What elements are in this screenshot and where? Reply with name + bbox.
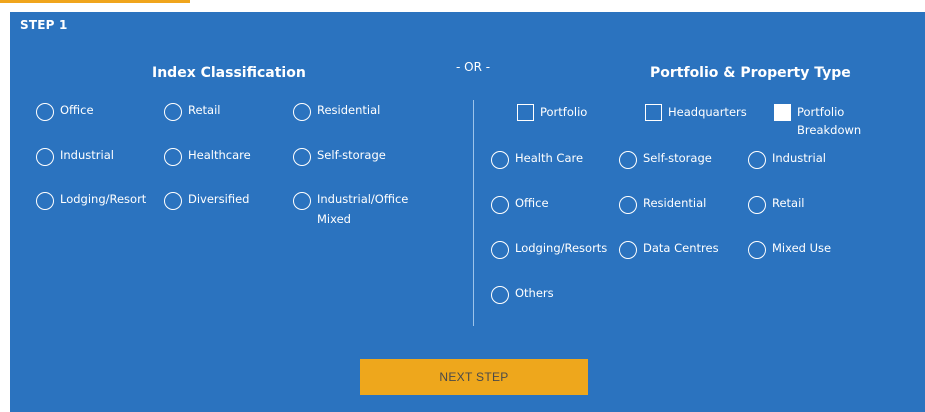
checkbox-icon[interactable]: [645, 104, 662, 121]
next-step-button[interactable]: NEXT STEP: [360, 359, 588, 395]
radio-circle-icon[interactable]: [164, 148, 182, 166]
radio-office-property[interactable]: Office: [491, 193, 549, 214]
radio-label: Others: [515, 286, 554, 300]
progress-accent: [0, 0, 190, 3]
radio-industrial-property[interactable]: Industrial: [748, 148, 826, 169]
radio-label: Self-storage: [317, 148, 386, 162]
radio-label: Diversified: [188, 192, 250, 206]
radio-lodging-resort[interactable]: Lodging/Resort: [36, 189, 146, 210]
radio-industrial-office-mixed[interactable]: Industrial/Office Mixed: [293, 189, 408, 229]
radio-circle-icon[interactable]: [619, 151, 637, 169]
radio-circle-icon[interactable]: [164, 103, 182, 121]
radio-circle-icon[interactable]: [36, 103, 54, 121]
radio-residential-property[interactable]: Residential: [619, 193, 706, 214]
radio-circle-icon[interactable]: [491, 196, 509, 214]
radio-lodging-resorts[interactable]: Lodging/Resorts: [491, 238, 607, 259]
radio-others[interactable]: Others: [491, 283, 554, 304]
radio-self-storage-property[interactable]: Self-storage: [619, 148, 712, 169]
radio-circle-icon[interactable]: [748, 151, 766, 169]
radio-label: Retail: [772, 196, 805, 210]
radio-mixed-use[interactable]: Mixed Use: [748, 238, 831, 259]
radio-label: Data Centres: [643, 241, 719, 255]
checkbox-label: Portfolio: [540, 105, 588, 119]
radio-label: Lodging/Resort: [60, 192, 147, 206]
top-strip: [0, 0, 925, 6]
radio-label: Residential: [317, 103, 381, 117]
radio-label-line1: Industrial/Office: [317, 192, 409, 206]
radio-circle-icon[interactable]: [619, 196, 637, 214]
step-panel: STEP 1 Index Classification - OR - Portf…: [10, 12, 925, 412]
checkbox-portfolio[interactable]: Portfolio: [517, 103, 587, 121]
index-classification-title: Index Classification: [152, 65, 306, 81]
radio-label: Lodging/Resorts: [515, 241, 608, 255]
radio-industrial[interactable]: Industrial: [36, 145, 114, 166]
step-label: STEP 1: [20, 18, 68, 32]
radio-office[interactable]: Office: [36, 100, 94, 121]
radio-circle-icon[interactable]: [164, 192, 182, 210]
radio-label: Retail: [188, 103, 221, 117]
radio-retail[interactable]: Retail: [164, 100, 221, 121]
radio-circle-icon[interactable]: [491, 151, 509, 169]
radio-circle-icon[interactable]: [293, 148, 311, 166]
radio-circle-icon[interactable]: [619, 241, 637, 259]
radio-circle-icon[interactable]: [293, 192, 311, 210]
checkbox-label: Portfolio Breakdown: [797, 103, 861, 139]
radio-circle-icon[interactable]: [36, 148, 54, 166]
radio-diversified[interactable]: Diversified: [164, 189, 249, 210]
checkbox-label-line1: Portfolio: [797, 105, 845, 119]
radio-health-care[interactable]: Health Care: [491, 148, 583, 169]
radio-label-line2: Mixed: [317, 212, 351, 226]
radio-circle-icon[interactable]: [36, 192, 54, 210]
radio-circle-icon[interactable]: [491, 286, 509, 304]
radio-retail-property[interactable]: Retail: [748, 193, 805, 214]
radio-label: Residential: [643, 196, 707, 210]
radio-label: Office: [515, 196, 549, 210]
radio-circle-icon[interactable]: [748, 241, 766, 259]
radio-label: Industrial: [60, 148, 114, 162]
radio-label: Self-storage: [643, 151, 712, 165]
radio-label: Healthcare: [188, 148, 251, 162]
checkbox-icon[interactable]: [774, 104, 791, 121]
or-separator: - OR -: [456, 60, 491, 74]
radio-circle-icon[interactable]: [293, 103, 311, 121]
section-divider: [473, 100, 474, 326]
checkbox-label: Headquarters: [668, 105, 747, 119]
checkbox-portfolio-breakdown[interactable]: Portfolio Breakdown: [774, 103, 861, 139]
radio-label: Mixed Use: [772, 241, 832, 255]
radio-healthcare[interactable]: Healthcare: [164, 145, 251, 166]
portfolio-property-title: Portfolio & Property Type: [650, 65, 851, 81]
checkbox-icon[interactable]: [517, 104, 534, 121]
radio-circle-icon[interactable]: [491, 241, 509, 259]
radio-label: Industrial/Office Mixed: [317, 189, 408, 229]
radio-data-centres[interactable]: Data Centres: [619, 238, 719, 259]
checkbox-headquarters[interactable]: Headquarters: [645, 103, 747, 121]
radio-label: Health Care: [515, 151, 584, 165]
radio-circle-icon[interactable]: [748, 196, 766, 214]
radio-label: Industrial: [772, 151, 826, 165]
radio-self-storage[interactable]: Self-storage: [293, 145, 386, 166]
checkbox-label-line2: Breakdown: [797, 123, 862, 137]
radio-label: Office: [60, 103, 94, 117]
radio-residential[interactable]: Residential: [293, 100, 380, 121]
